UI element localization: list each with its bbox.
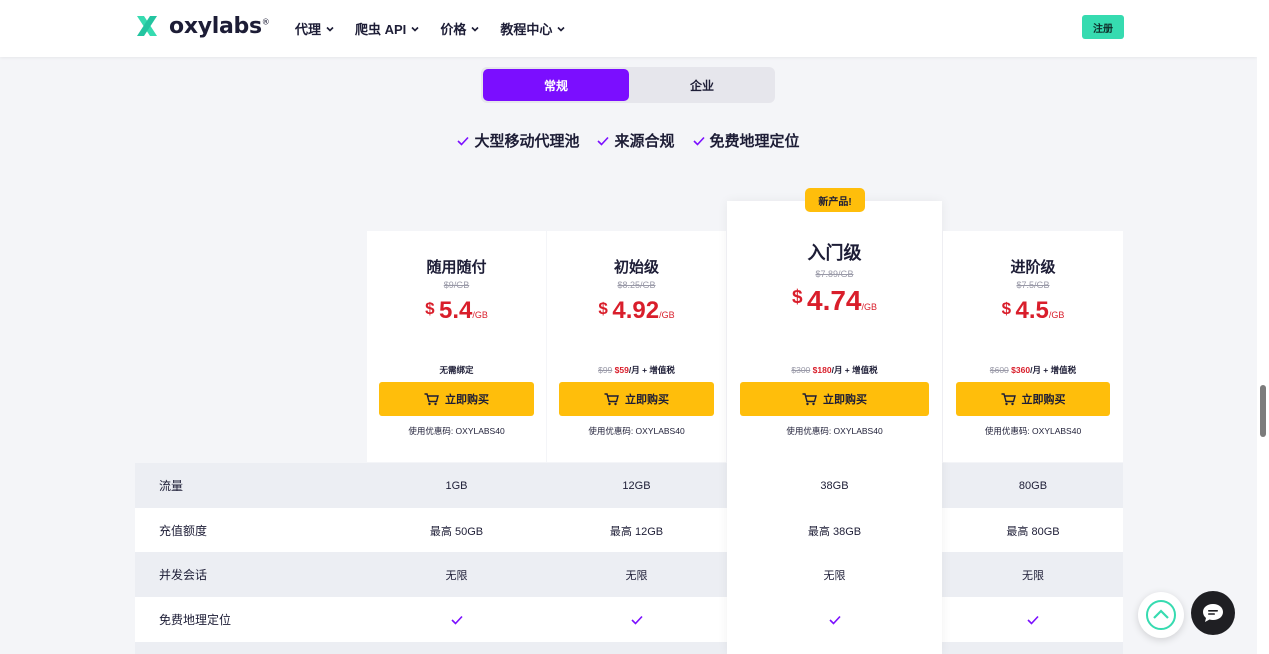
tab-regular[interactable]: 常规 <box>483 69 629 101</box>
buy-now-button[interactable]: 立即购买 <box>956 382 1110 416</box>
row-label: 充值额度 <box>159 524 208 538</box>
chat-bubble-icon <box>1203 604 1223 622</box>
cart-icon <box>604 392 619 405</box>
scroll-to-top-button[interactable] <box>1138 592 1184 638</box>
feature-item: 来源合规 <box>597 130 675 151</box>
main-nav: 代理 爬虫 API 价格 教程中心 <box>295 19 586 38</box>
cart-icon <box>802 392 817 405</box>
table-cell <box>367 597 546 642</box>
chevron-down-icon <box>471 26 479 32</box>
check-icon <box>1027 615 1039 625</box>
price: $ 4.74/GB <box>791 285 878 316</box>
buy-now-button[interactable]: 立即购买 <box>740 382 929 416</box>
row-label: 并发会话 <box>159 568 208 582</box>
buy-now-button[interactable]: 立即购买 <box>379 382 534 416</box>
coupon-code: 使用优惠码: OXYLABS40 <box>408 426 505 436</box>
coupon-code: 使用优惠码: OXYLABS40 <box>984 426 1082 436</box>
table-cell: 38GB <box>820 479 849 492</box>
feature-item: 大型移动代理池 <box>457 130 579 151</box>
plan-name: 入门级 <box>807 243 862 263</box>
table-cell: 最高 12GB <box>609 525 664 538</box>
check-icon <box>828 615 841 625</box>
check-icon <box>630 615 643 625</box>
coupon-code: 使用优惠码: OXYLABS40 <box>588 426 685 436</box>
old-price: $7.5/GB <box>1016 280 1050 290</box>
feature-item: 免费地理定位 <box>692 130 800 151</box>
check-icon <box>457 136 470 146</box>
plan-name: 进阶级 <box>1010 259 1056 276</box>
plan-type-toggle: 常规 企业 <box>481 67 775 103</box>
check-icon <box>450 615 463 625</box>
plan-card-pay-as-you-go: 随用随付 $9/GB $ 5.4/GB 无需绑定 立即购买 使用优惠码: OXY… <box>367 231 546 462</box>
table-cell: 最高 50GB <box>429 525 484 538</box>
plan-name: 初始级 <box>613 259 659 276</box>
table-row: 流量 1GB 12GB 38GB 80GB <box>135 463 1123 508</box>
plan-terms: $300 $180/月 + 增值税 <box>791 365 878 375</box>
plan-terms: 无需绑定 <box>439 365 474 375</box>
chevron-up-circle-icon <box>1146 600 1176 630</box>
table-row: 免费地理定位 <box>135 597 1123 642</box>
oxylabs-logo[interactable]: oxylabs® <box>134 13 270 39</box>
old-price: $7.89/GB <box>815 269 854 279</box>
top-header: oxylabs® 代理 爬虫 API 价格 教程中心 注册 <box>0 0 1257 57</box>
scrollbar-thumb[interactable] <box>1260 385 1266 437</box>
table-cell: 无限 <box>445 569 468 582</box>
old-price: $9/GB <box>443 280 470 290</box>
table-cell: 无限 <box>625 569 648 582</box>
oxylabs-logo-icon <box>137 16 157 36</box>
table-cell: 无限 <box>823 569 846 582</box>
price: $ 4.5/GB <box>1001 297 1065 324</box>
table-cell <box>547 597 726 642</box>
brand-name: oxylabs® <box>169 13 270 39</box>
table-cell: 无限 <box>1022 569 1044 582</box>
plan-card-starter: 初始级 $8.25/GB $ 4.92/GB $99 $59/月 + 增值税 立… <box>547 231 726 462</box>
check-icon <box>692 136 705 146</box>
chevron-down-icon <box>411 26 419 32</box>
cart-icon <box>1001 392 1016 405</box>
table-cell: 最高 80GB <box>1006 525 1060 538</box>
table-cell: 1GB <box>445 479 468 492</box>
price: $ 5.4/GB <box>425 297 488 324</box>
plan-terms: $99 $59/月 + 增值税 <box>598 365 675 375</box>
tab-enterprise[interactable]: 企业 <box>629 69 775 101</box>
row-label: 免费地理定位 <box>159 613 232 627</box>
cart-icon <box>424 392 439 405</box>
buy-now-button[interactable]: 立即购买 <box>559 382 714 416</box>
scrollbar-track[interactable] <box>1257 0 1269 654</box>
nav-tutorials[interactable]: 教程中心 <box>500 19 565 38</box>
row-label: 流量 <box>159 479 184 493</box>
table-cell: 12GB <box>622 479 651 492</box>
old-price: $8.25/GB <box>617 280 656 290</box>
plan-name: 随用随付 <box>426 259 487 276</box>
chevron-down-icon <box>557 26 565 32</box>
table-cell: 最高 38GB <box>807 525 862 538</box>
coupon-code: 使用优惠码: OXYLABS40 <box>786 426 883 436</box>
new-product-badge: 新产品! <box>805 188 865 212</box>
table-cell <box>727 597 942 642</box>
plan-card-advanced: 进阶级 $7.5/GB $ 4.5/GB $600 $360/月 + 增值税 立… <box>943 231 1123 462</box>
table-row <box>135 642 1123 654</box>
table-cell <box>943 597 1123 642</box>
chat-button[interactable] <box>1191 591 1235 635</box>
nav-scraper-api[interactable]: 爬虫 API <box>355 19 419 38</box>
nav-pricing[interactable]: 价格 <box>440 19 479 38</box>
chevron-down-icon <box>326 26 334 32</box>
features-list: 大型移动代理池 来源合规 免费地理定位 <box>0 130 1257 151</box>
table-cell: 80GB <box>1018 479 1048 492</box>
nav-proxies[interactable]: 代理 <box>295 19 334 38</box>
table-row: 并发会话 无限 无限 无限 无限 <box>135 552 1123 597</box>
plan-terms: $600 $360/月 + 增值税 <box>989 365 1077 375</box>
signup-button[interactable]: 注册 <box>1082 15 1124 39</box>
check-icon <box>597 136 610 146</box>
table-row: 充值额度 最高 50GB 最高 12GB 最高 38GB 最高 80GB <box>135 508 1123 553</box>
price: $ 4.92/GB <box>598 297 675 324</box>
